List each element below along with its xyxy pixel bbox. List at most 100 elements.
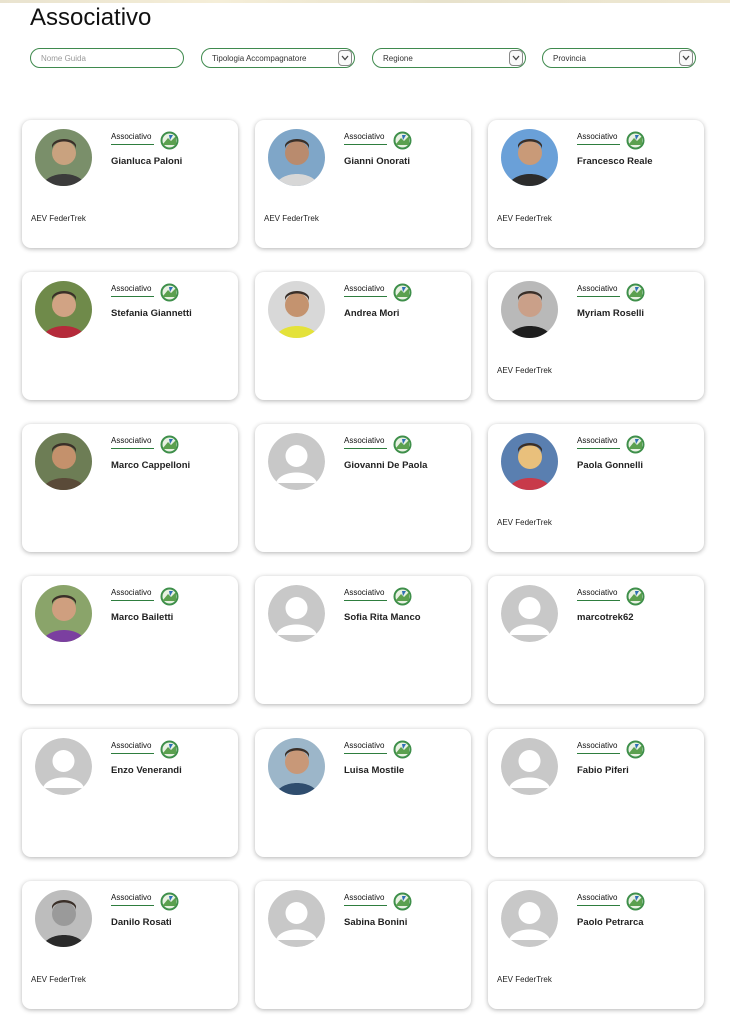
role-label: Associativo xyxy=(111,284,154,297)
role-label: Associativo xyxy=(344,284,387,297)
regione-value: Regione xyxy=(383,53,413,63)
guide-name[interactable]: Fabio Piferi xyxy=(577,765,629,776)
chevron-down-icon xyxy=(509,50,523,66)
guide-card[interactable]: Associativo Andrea Mori xyxy=(255,272,471,400)
trek-logo-icon xyxy=(626,131,645,150)
guide-card[interactable]: Associativo Francesco Reale AEV FederTrek xyxy=(488,120,704,248)
role-label: Associativo xyxy=(111,893,154,906)
avatar xyxy=(501,433,558,490)
guide-name[interactable]: Stefania Giannetti xyxy=(111,308,192,319)
role-label: Associativo xyxy=(577,284,620,297)
trek-logo-icon xyxy=(393,740,412,759)
avatar xyxy=(501,281,558,338)
top-banner-strip xyxy=(0,0,730,3)
page-title: Associativo xyxy=(30,4,152,31)
avatar xyxy=(268,585,325,642)
avatar xyxy=(268,738,325,795)
guide-name[interactable]: Danilo Rosati xyxy=(111,917,172,928)
guide-name[interactable]: Sofia Rita Manco xyxy=(344,612,421,623)
organization-label: AEV FederTrek xyxy=(497,975,552,984)
guide-name[interactable]: Enzo Venerandi xyxy=(111,765,182,776)
organization-label: AEV FederTrek xyxy=(31,975,86,984)
filter-bar: Nome Guida Tipologia Accompagnatore Regi… xyxy=(30,48,700,70)
avatar xyxy=(35,890,92,947)
guide-card[interactable]: Associativo marcotrek62 xyxy=(488,576,704,704)
role-label: Associativo xyxy=(111,132,154,145)
guide-name[interactable]: Marco Cappelloni xyxy=(111,460,190,471)
role-label: Associativo xyxy=(344,588,387,601)
role-label: Associativo xyxy=(111,436,154,449)
guide-card[interactable]: Associativo Luisa Mostile xyxy=(255,729,471,857)
avatar xyxy=(268,433,325,490)
avatar xyxy=(35,129,92,186)
avatar xyxy=(35,433,92,490)
guide-card[interactable]: Associativo Fabio Piferi xyxy=(488,729,704,857)
avatar xyxy=(268,281,325,338)
trek-logo-icon xyxy=(160,892,179,911)
role-label: Associativo xyxy=(577,132,620,145)
role-label: Associativo xyxy=(111,588,154,601)
guide-name[interactable]: Sabina Bonini xyxy=(344,917,407,928)
guide-card[interactable]: Associativo Enzo Venerandi xyxy=(22,729,238,857)
guide-card[interactable]: Associativo Marco Bailetti xyxy=(22,576,238,704)
guide-name[interactable]: marcotrek62 xyxy=(577,612,634,623)
guide-card[interactable]: Associativo Paola Gonnelli AEV FederTrek xyxy=(488,424,704,552)
guide-card[interactable]: Associativo Danilo Rosati AEV FederTrek xyxy=(22,881,238,1009)
trek-logo-icon xyxy=(626,740,645,759)
guide-name[interactable]: Francesco Reale xyxy=(577,156,653,167)
guide-card[interactable]: Associativo Sabina Bonini xyxy=(255,881,471,1009)
guide-name[interactable]: Paola Gonnelli xyxy=(577,460,643,471)
trek-logo-icon xyxy=(160,740,179,759)
guide-name[interactable]: Gianni Onorati xyxy=(344,156,410,167)
guide-card[interactable]: Associativo Marco Cappelloni xyxy=(22,424,238,552)
guide-card[interactable]: Associativo Giovanni De Paola xyxy=(255,424,471,552)
guide-name[interactable]: Myriam Roselli xyxy=(577,308,644,319)
guide-name[interactable]: Marco Bailetti xyxy=(111,612,173,623)
organization-label: AEV FederTrek xyxy=(497,366,552,375)
organization-label: AEV FederTrek xyxy=(497,214,552,223)
guide-name-search-input[interactable]: Nome Guida xyxy=(30,48,184,68)
organization-label: AEV FederTrek xyxy=(497,518,552,527)
guide-card[interactable]: Associativo Gianluca Paloni AEV FederTrek xyxy=(22,120,238,248)
search-placeholder: Nome Guida xyxy=(41,53,86,63)
role-label: Associativo xyxy=(344,741,387,754)
guide-card[interactable]: Associativo Myriam Roselli AEV FederTrek xyxy=(488,272,704,400)
trek-logo-icon xyxy=(626,435,645,454)
guide-card[interactable]: Associativo Gianni Onorati AEV FederTrek xyxy=(255,120,471,248)
role-label: Associativo xyxy=(577,741,620,754)
guide-card[interactable]: Associativo Paolo Petrarca AEV FederTrek xyxy=(488,881,704,1009)
role-label: Associativo xyxy=(344,132,387,145)
role-label: Associativo xyxy=(577,436,620,449)
avatar xyxy=(35,585,92,642)
organization-label: AEV FederTrek xyxy=(31,214,86,223)
trek-logo-icon xyxy=(393,435,412,454)
guide-name[interactable]: Giovanni De Paola xyxy=(344,460,427,471)
guide-name[interactable]: Luisa Mostile xyxy=(344,765,404,776)
role-label: Associativo xyxy=(344,893,387,906)
provincia-value: Provincia xyxy=(553,53,586,63)
regione-select[interactable]: Regione xyxy=(372,48,526,68)
chevron-down-icon xyxy=(338,50,352,66)
guide-card[interactable]: Associativo Sofia Rita Manco xyxy=(255,576,471,704)
tipologia-select[interactable]: Tipologia Accompagnatore xyxy=(201,48,355,68)
trek-logo-icon xyxy=(393,587,412,606)
trek-logo-icon xyxy=(393,892,412,911)
avatar xyxy=(501,738,558,795)
avatar xyxy=(35,738,92,795)
trek-logo-icon xyxy=(626,587,645,606)
avatar xyxy=(501,890,558,947)
guide-card[interactable]: Associativo Stefania Giannetti xyxy=(22,272,238,400)
trek-logo-icon xyxy=(393,131,412,150)
trek-logo-icon xyxy=(160,131,179,150)
trek-logo-icon xyxy=(160,283,179,302)
tipologia-value: Tipologia Accompagnatore xyxy=(212,53,307,63)
trek-logo-icon xyxy=(160,587,179,606)
trek-logo-icon xyxy=(626,892,645,911)
guide-name[interactable]: Andrea Mori xyxy=(344,308,399,319)
guide-name[interactable]: Gianluca Paloni xyxy=(111,156,182,167)
provincia-select[interactable]: Provincia xyxy=(542,48,696,68)
chevron-down-icon xyxy=(679,50,693,66)
avatar xyxy=(35,281,92,338)
guide-name[interactable]: Paolo Petrarca xyxy=(577,917,644,928)
avatar xyxy=(268,129,325,186)
